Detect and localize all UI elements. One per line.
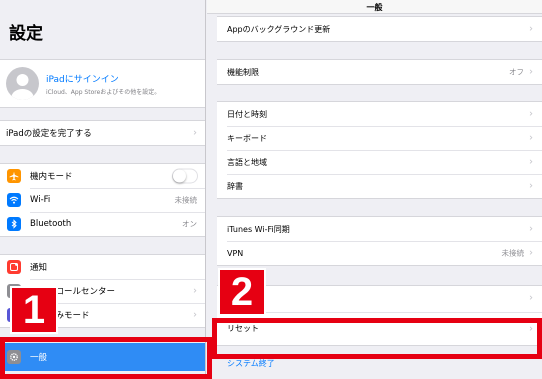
highlight-general-box [0,337,212,379]
sign-in-subtitle: iCloud、App Storeおよびその他を設定。 [46,89,161,96]
notifications-icon [7,260,21,274]
airplane-mode-row[interactable]: 機内モード [0,164,205,188]
chevron-right-icon: › [193,309,197,321]
language-region-row[interactable]: 言語と地域 › [217,150,542,174]
notifications-label: 通知 [30,263,48,273]
detail-title: 一般 [366,3,383,12]
avatar-icon [6,67,39,100]
background-refresh-row[interactable]: Appのバックグラウンド更新 › [217,17,542,41]
chevron-right-icon: › [529,247,533,259]
chevron-right-icon: › [193,127,197,139]
bluetooth-status: オン [182,219,197,229]
dictionary-label: 辞書 [227,181,243,191]
airplane-icon [7,169,21,183]
finish-setup-group: iPadの設定を完了する › [0,120,205,146]
chevron-right-icon: › [193,285,197,297]
date-time-label: 日付と時刻 [227,109,267,119]
restrictions-value: オフ [509,67,524,77]
sync-vpn-group: iTunes Wi-Fi同期 › VPN 未接続 › [217,216,542,266]
keyboard-row[interactable]: キーボード › [217,126,542,150]
background-refresh-label: Appのバックグラウンド更新 [227,24,331,34]
airplane-mode-toggle[interactable] [172,168,198,184]
sign-in-label: iPadにサインイン [46,75,119,85]
shutdown-link[interactable]: システム終了 [227,358,275,369]
chevron-right-icon: › [529,292,533,304]
chevron-right-icon: › [529,132,533,144]
language-region-label: 言語と地域 [227,157,267,167]
itunes-wifi-sync-row[interactable]: iTunes Wi-Fi同期 › [217,217,542,241]
notifications-row[interactable]: 通知 [0,255,205,279]
connectivity-group: 機内モード Wi-Fi 未接続 Bluetooth オン [0,163,205,237]
chevron-right-icon: › [529,108,533,120]
highlight-reset-box [212,318,542,359]
background-refresh-group: Appのバックグラウンド更新 › [217,16,542,42]
bluetooth-row[interactable]: Bluetooth オン [0,212,205,236]
finish-setup-row[interactable]: iPadの設定を完了する › [0,121,205,145]
bluetooth-icon [7,217,21,231]
vpn-row[interactable]: VPN 未接続 › [217,241,542,265]
chevron-right-icon: › [529,180,533,192]
bluetooth-label: Bluetooth [30,219,72,229]
wifi-row[interactable]: Wi-Fi 未接続 [0,188,205,212]
restrictions-row[interactable]: 機能制限 オフ › [217,60,542,84]
wifi-icon [7,193,21,207]
step-1-badge: 1 [10,286,58,334]
wifi-status: 未接続 [174,195,198,205]
step-2-badge: 2 [218,268,266,316]
restrictions-label: 機能制限 [227,67,259,77]
vpn-status: 未接続 [501,248,525,258]
chevron-right-icon: › [529,156,533,168]
chevron-right-icon: › [529,223,533,235]
sidebar-title: 設定 [9,24,43,43]
sign-in-row[interactable]: iPadにサインイン iCloud、App Storeおよびその他を設定。 [0,59,205,108]
wifi-label: Wi-Fi [30,195,51,205]
dictionary-row[interactable]: 辞書 › [217,174,542,198]
chevron-right-icon: › [529,23,533,35]
restrictions-group: 機能制限 オフ › [217,59,542,85]
date-time-row[interactable]: 日付と時刻 › [217,102,542,126]
vpn-label: VPN [227,248,244,258]
locale-group: 日付と時刻 › キーボード › 言語と地域 › 辞書 › [217,101,542,199]
airplane-mode-label: 機内モード [30,172,73,182]
finish-setup-label: iPadの設定を完了する [6,129,92,139]
itunes-wifi-sync-label: iTunes Wi-Fi同期 [227,224,290,234]
keyboard-label: キーボード [227,133,267,143]
chevron-right-icon: › [529,66,533,78]
